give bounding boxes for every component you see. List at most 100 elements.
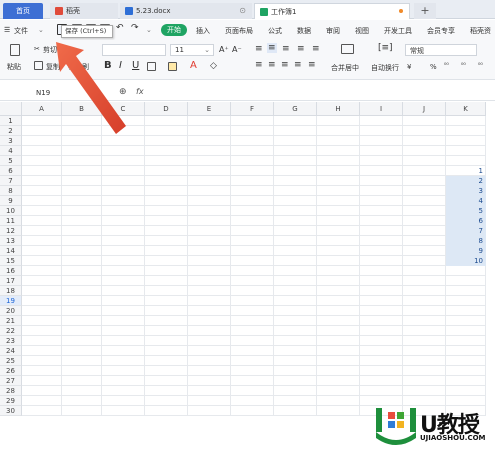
cell[interactable] bbox=[22, 356, 62, 366]
cell[interactable] bbox=[102, 246, 145, 256]
row-header-11[interactable]: 11 bbox=[0, 216, 22, 226]
cell[interactable] bbox=[62, 146, 102, 156]
cell[interactable] bbox=[188, 266, 231, 276]
menu-daoke[interactable]: 稻壳资 bbox=[470, 26, 491, 36]
cell[interactable] bbox=[145, 236, 188, 246]
cell[interactable] bbox=[231, 166, 274, 176]
justify-icon[interactable]: ≡ bbox=[294, 60, 302, 70]
cell[interactable] bbox=[102, 176, 145, 186]
cell[interactable] bbox=[403, 306, 446, 316]
border-icon[interactable] bbox=[147, 62, 156, 71]
cell[interactable] bbox=[145, 166, 188, 176]
cell[interactable] bbox=[22, 306, 62, 316]
cell[interactable] bbox=[360, 266, 403, 276]
cell[interactable] bbox=[231, 246, 274, 256]
row-header-16[interactable]: 16 bbox=[0, 266, 22, 276]
cell[interactable] bbox=[360, 196, 403, 206]
cell[interactable] bbox=[317, 246, 360, 256]
cell[interactable] bbox=[62, 276, 102, 286]
cell[interactable] bbox=[145, 136, 188, 146]
cell[interactable] bbox=[231, 216, 274, 226]
cell[interactable] bbox=[360, 326, 403, 336]
cell[interactable] bbox=[145, 296, 188, 306]
menu-start[interactable]: 开始 bbox=[161, 24, 187, 36]
cell[interactable] bbox=[446, 286, 486, 296]
cell[interactable] bbox=[145, 376, 188, 386]
cell[interactable] bbox=[317, 146, 360, 156]
cell[interactable] bbox=[22, 186, 62, 196]
cell[interactable] bbox=[145, 286, 188, 296]
cell[interactable] bbox=[188, 316, 231, 326]
cell[interactable] bbox=[317, 196, 360, 206]
cell[interactable] bbox=[188, 366, 231, 376]
column-header-h[interactable]: H bbox=[317, 102, 360, 116]
cell[interactable] bbox=[274, 126, 317, 136]
cell[interactable] bbox=[145, 186, 188, 196]
cell[interactable] bbox=[274, 146, 317, 156]
cell[interactable] bbox=[145, 396, 188, 406]
cell[interactable] bbox=[102, 406, 145, 416]
cell[interactable] bbox=[274, 286, 317, 296]
cell[interactable] bbox=[188, 156, 231, 166]
number-format-select[interactable]: 常规 bbox=[405, 44, 477, 56]
cell[interactable] bbox=[22, 216, 62, 226]
cell[interactable] bbox=[403, 196, 446, 206]
currency-icon[interactable]: ¥ bbox=[407, 63, 411, 71]
cell[interactable] bbox=[403, 296, 446, 306]
row-header-29[interactable]: 29 bbox=[0, 396, 22, 406]
cell[interactable] bbox=[145, 366, 188, 376]
cell[interactable] bbox=[403, 216, 446, 226]
cell[interactable] bbox=[231, 286, 274, 296]
percent-button[interactable]: % bbox=[430, 63, 437, 71]
distributed-icon[interactable]: ≡ bbox=[308, 60, 316, 70]
cell[interactable] bbox=[446, 356, 486, 366]
cell[interactable] bbox=[22, 176, 62, 186]
cell[interactable] bbox=[403, 206, 446, 216]
cell[interactable] bbox=[231, 176, 274, 186]
cell[interactable] bbox=[231, 126, 274, 136]
cell[interactable] bbox=[62, 326, 102, 336]
cell[interactable] bbox=[62, 306, 102, 316]
menu-member[interactable]: 会员专享 bbox=[427, 26, 455, 36]
cell-k8[interactable]: 3 bbox=[446, 186, 486, 196]
row-header-12[interactable]: 12 bbox=[0, 226, 22, 236]
cell[interactable] bbox=[145, 146, 188, 156]
cell[interactable] bbox=[446, 276, 486, 286]
cell[interactable] bbox=[102, 226, 145, 236]
cell[interactable] bbox=[22, 146, 62, 156]
cell[interactable] bbox=[403, 366, 446, 376]
align-middle-icon[interactable]: ≡ bbox=[267, 43, 277, 53]
cell[interactable] bbox=[188, 276, 231, 286]
cell[interactable] bbox=[145, 116, 188, 126]
cell[interactable] bbox=[188, 146, 231, 156]
cell[interactable] bbox=[62, 256, 102, 266]
cell[interactable] bbox=[188, 136, 231, 146]
cell[interactable] bbox=[102, 366, 145, 376]
cell[interactable] bbox=[274, 336, 317, 346]
cell[interactable] bbox=[360, 296, 403, 306]
cell[interactable] bbox=[403, 166, 446, 176]
cell[interactable] bbox=[403, 316, 446, 326]
cell[interactable] bbox=[403, 146, 446, 156]
cell[interactable] bbox=[145, 196, 188, 206]
cell[interactable] bbox=[102, 216, 145, 226]
cell[interactable] bbox=[62, 226, 102, 236]
increase-font-icon[interactable]: A⁺ bbox=[219, 45, 229, 54]
cell[interactable] bbox=[22, 236, 62, 246]
cell[interactable] bbox=[360, 206, 403, 216]
cell[interactable] bbox=[360, 246, 403, 256]
cell[interactable] bbox=[403, 246, 446, 256]
cell[interactable] bbox=[145, 266, 188, 276]
cell[interactable] bbox=[274, 226, 317, 236]
cell[interactable] bbox=[22, 166, 62, 176]
cell[interactable] bbox=[62, 196, 102, 206]
cell[interactable] bbox=[188, 306, 231, 316]
cell[interactable] bbox=[22, 286, 62, 296]
row-header-3[interactable]: 3 bbox=[0, 136, 22, 146]
cell[interactable] bbox=[317, 366, 360, 376]
cell[interactable] bbox=[446, 336, 486, 346]
cell[interactable] bbox=[403, 256, 446, 266]
cell[interactable] bbox=[102, 266, 145, 276]
cell[interactable] bbox=[102, 186, 145, 196]
cell[interactable] bbox=[446, 326, 486, 336]
